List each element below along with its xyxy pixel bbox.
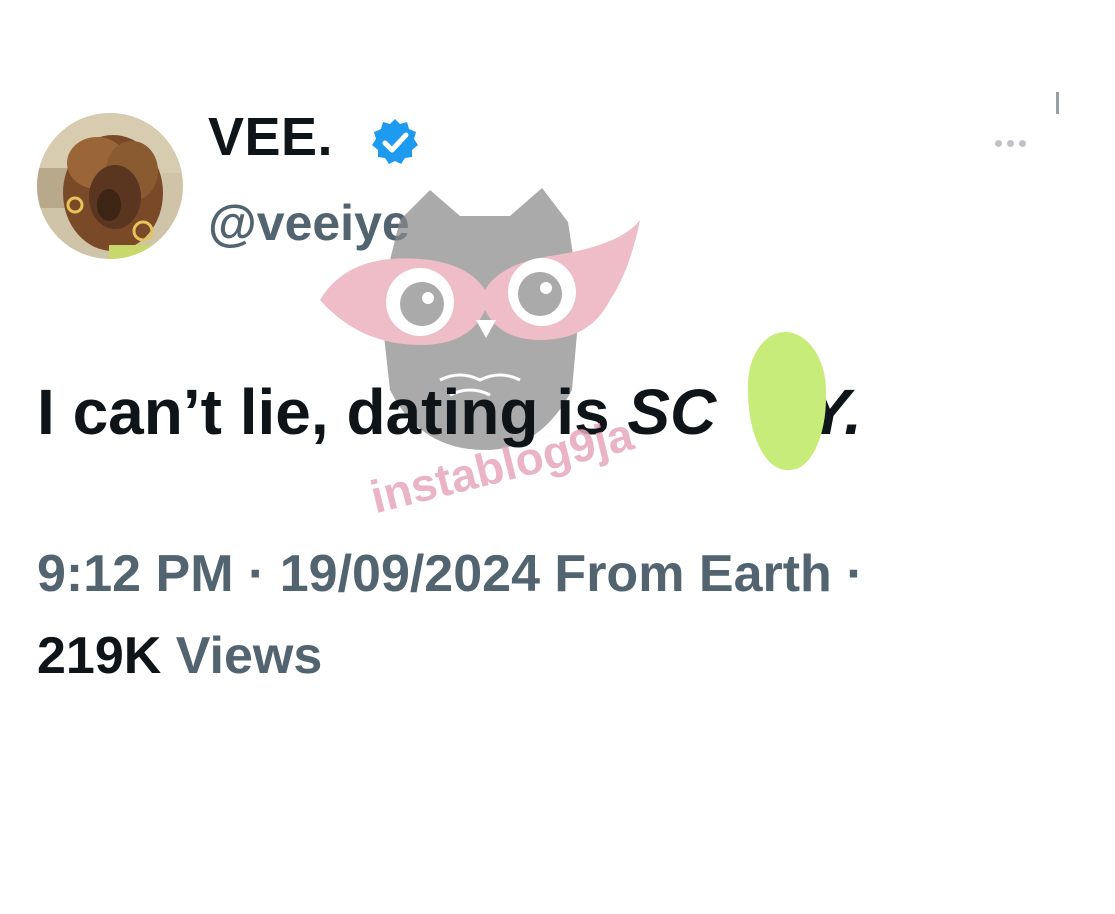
edge-mark [1056,92,1059,114]
timestamp[interactable]: 9:12 PM · 19/09/2024 From Earth · [37,548,864,600]
tweet-text: I can’t lie, dating is SCRY. [37,380,862,444]
more-dot-icon [1006,139,1014,147]
more-dot-icon [994,139,1002,147]
tweet-text-italic-start: SC [627,376,717,448]
display-name[interactable]: VEE. [208,110,333,164]
avatar[interactable] [37,113,183,259]
views-label: Views [175,627,323,685]
views-count: 219K [37,627,162,685]
more-dot-icon [1018,139,1026,147]
tweet-text-period: . [844,376,862,448]
tweet-screenshot: VEE. @veeiye I can’t lie, dating is SCRY… [0,0,1115,914]
more-options-button[interactable] [980,128,1040,158]
verified-badge-icon [372,119,418,164]
handle[interactable]: @veeiye [208,198,410,248]
views-count-line[interactable]: 219K Views [37,630,322,682]
censor-blob [748,332,826,470]
